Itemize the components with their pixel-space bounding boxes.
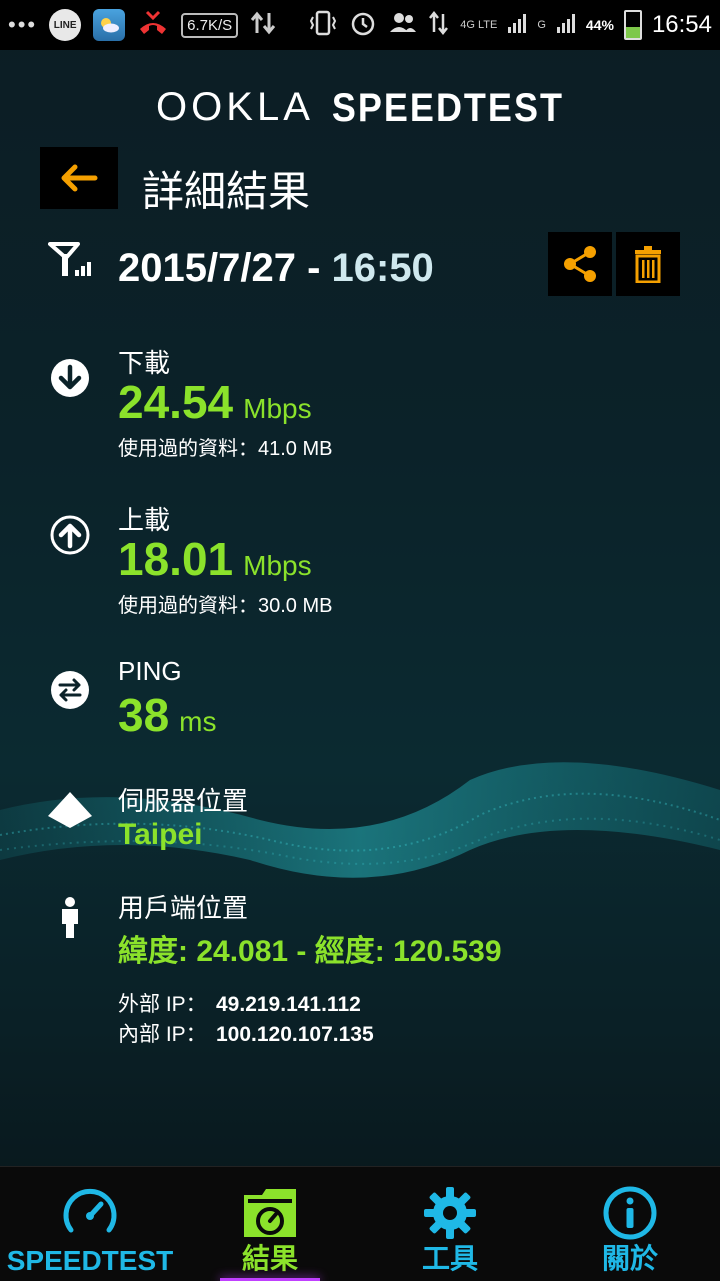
nav-about[interactable]: 關於 xyxy=(540,1167,720,1281)
speedometer-icon xyxy=(60,1183,120,1243)
nav-speedtest-label: SPEEDTEST xyxy=(6,1245,174,1276)
sync-arrows-icon xyxy=(428,10,450,41)
datetime-separator: - xyxy=(295,246,332,290)
delete-button[interactable] xyxy=(616,232,680,296)
result-time: 16:50 xyxy=(331,246,434,290)
nav-speedtest[interactable]: SPEEDTEST xyxy=(0,1167,180,1281)
download-unit: Mbps xyxy=(243,393,312,424)
ping-value: 38 xyxy=(118,689,170,741)
alarm-icon xyxy=(348,8,378,43)
ping-value-line: 38 ms xyxy=(118,688,217,742)
results-folder-icon xyxy=(240,1183,300,1243)
gear-icon xyxy=(420,1183,480,1243)
back-button[interactable] xyxy=(40,147,118,209)
download-value: 24.54 xyxy=(118,376,234,428)
download-data-used: 使用過的資料：41.0 MB xyxy=(118,438,333,460)
share-button[interactable] xyxy=(548,232,612,296)
weather-icon xyxy=(93,9,126,41)
result-datetime: 2015/7/27 - 16:50 xyxy=(118,246,434,291)
result-date: 2015/7/27 xyxy=(118,246,296,290)
page-title: 詳細結果 xyxy=(142,168,311,215)
upload-value-line: 18.01 Mbps xyxy=(118,532,312,586)
connection-type-icon xyxy=(48,240,96,285)
external-ip-row: 外部 IP： 49.219.141.112 xyxy=(118,988,361,1018)
network-type-label: 4G LTE xyxy=(460,19,498,31)
ping-icon xyxy=(50,670,90,710)
data-transfer-icon xyxy=(250,9,276,42)
ping-unit: ms xyxy=(179,706,217,737)
contacts-icon xyxy=(388,10,418,41)
share-icon xyxy=(564,246,596,282)
nav-tools-label: 工具 xyxy=(421,1243,478,1274)
nav-about-label: 關於 xyxy=(601,1243,658,1274)
line-app-icon: LINE xyxy=(49,9,82,41)
nav-tools[interactable]: 工具 xyxy=(360,1167,540,1281)
bottom-navigation: SPEEDTEST 結果 工具 關於 xyxy=(0,1166,720,1281)
client-coordinates: 緯度: 24.081 - 經度: 120.539 xyxy=(118,935,502,968)
net-speed-indicator: 6.7K/S xyxy=(181,12,239,38)
client-label: 用戶端位置 xyxy=(118,893,249,923)
battery-icon xyxy=(623,10,642,40)
status-bar: ••• LINE 6.7K/S 4G LTE G 44% 16:54 xyxy=(0,0,720,50)
external-ip-value: 49.219.141.112 xyxy=(216,993,361,1016)
signal-strength-icon xyxy=(507,11,527,40)
server-value: Taipei xyxy=(118,818,203,851)
missed-call-icon xyxy=(137,9,169,42)
background-wave-graphic xyxy=(0,762,720,878)
trash-icon xyxy=(635,246,661,283)
clock: 16:54 xyxy=(651,11,712,38)
server-location-icon xyxy=(46,790,94,830)
internal-ip-label: 內部 IP： xyxy=(118,1023,207,1046)
network-type-2-label: G xyxy=(537,19,546,31)
upload-data-used: 使用過的資料：30.0 MB xyxy=(118,595,333,617)
ping-label: PING xyxy=(118,656,182,686)
upload-unit: Mbps xyxy=(243,550,312,581)
battery-percent: 44% xyxy=(585,17,614,33)
external-ip-label: 外部 IP： xyxy=(118,993,207,1016)
upload-icon xyxy=(50,515,90,555)
internal-ip-value: 100.120.107.135 xyxy=(216,1023,374,1046)
signal-strength-2-icon xyxy=(556,11,576,40)
server-label: 伺服器位置 xyxy=(118,786,249,816)
nav-results-label: 結果 xyxy=(241,1243,298,1274)
download-icon xyxy=(50,358,90,398)
logo-product: SPEEDTEST xyxy=(331,84,564,130)
nav-results[interactable]: 結果 xyxy=(180,1167,360,1281)
info-icon xyxy=(600,1183,660,1243)
internal-ip-row: 內部 IP： 100.120.107.135 xyxy=(118,1018,374,1048)
logo-brand: OOKLA xyxy=(156,85,314,129)
download-value-line: 24.54 Mbps xyxy=(118,375,312,429)
app-logo: OOKLA SPEEDTEST xyxy=(0,85,720,130)
upload-value: 18.01 xyxy=(118,533,234,585)
more-notifications-icon: ••• xyxy=(8,12,38,37)
arrow-left-icon xyxy=(61,164,98,192)
vibrate-icon xyxy=(308,9,338,42)
client-location-icon xyxy=(58,896,82,938)
